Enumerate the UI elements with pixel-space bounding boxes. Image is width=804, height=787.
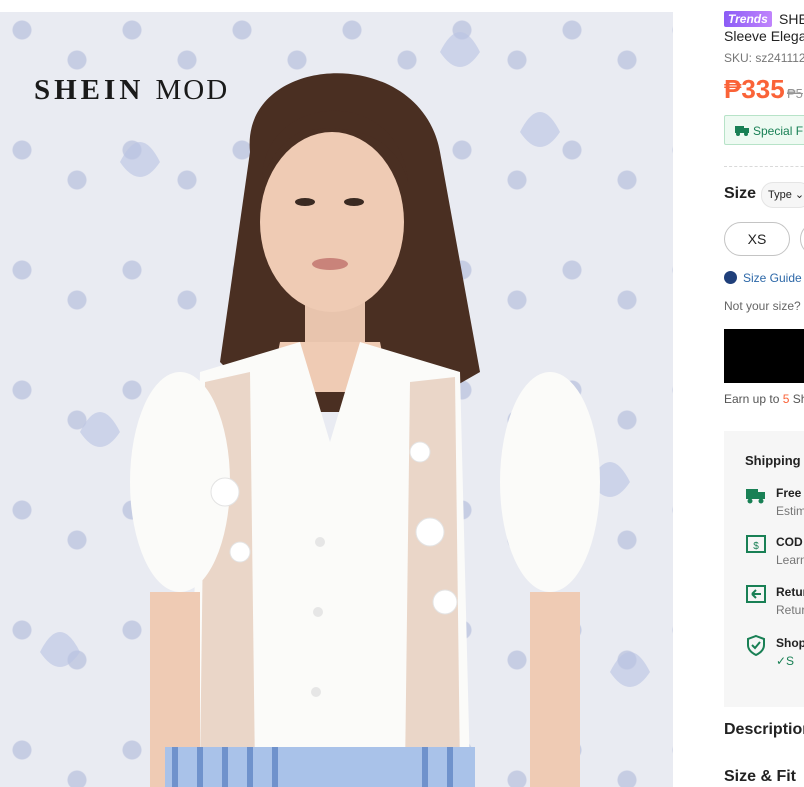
shipping-row-sub: Learn: [776, 553, 804, 567]
size-option[interactable]: [800, 222, 804, 256]
brand-sub: MOD: [155, 74, 230, 106]
shipping-row-title: Shop: [776, 636, 804, 650]
shipping-row-title: Retur: [776, 585, 804, 599]
size-type-select-value: Type: [768, 189, 792, 201]
size-label: Size: [724, 185, 757, 202]
divider: [724, 166, 804, 167]
shipping-row-title: COD: [776, 535, 803, 549]
truck-icon: [735, 117, 749, 147]
size-fit-section-header[interactable]: Size & Fit: [724, 768, 796, 786]
trends-badge: Trends: [724, 11, 772, 27]
shipping-row-sub: Retur: [776, 603, 804, 617]
shipping-box: Shipping Free Estim $ COD Learn Retur Re…: [724, 431, 804, 707]
return-icon: [745, 583, 767, 605]
svg-text:$: $: [753, 541, 759, 552]
earn-suffix: Sh: [792, 392, 804, 406]
size-type-select[interactable]: Type ⌄: [761, 182, 804, 208]
shipping-row-sub: ✓S: [776, 654, 795, 668]
size-guide-text: Size Guide: [743, 271, 802, 285]
original-price: ₱5: [787, 86, 803, 101]
brand-main: SHEIN: [34, 74, 145, 106]
not-your-size-link[interactable]: Not your size?: [724, 299, 801, 313]
product-info-panel: Trends SHE Sleeve Elega SKU: sz2411129 ₱…: [724, 0, 804, 787]
shipping-row-sub: Estim: [776, 504, 804, 518]
brand-logo: SHEIN MOD: [34, 74, 229, 107]
cash-icon: $: [745, 533, 767, 555]
model-photo: [40, 32, 650, 787]
shield-check-icon: [745, 634, 767, 657]
size-option-xs[interactable]: XS: [724, 222, 790, 256]
product-title-line-2: Sleeve Elega: [724, 28, 804, 44]
truck-icon: [745, 484, 767, 506]
ruler-icon: [724, 271, 737, 284]
product-title-line-1: SHE: [779, 11, 804, 27]
product-price: ₱335: [724, 74, 785, 104]
special-offer-banner[interactable]: Special F: [724, 115, 804, 145]
shipping-title: Shipping: [745, 453, 801, 468]
add-to-cart-button[interactable]: [724, 329, 804, 383]
product-image[interactable]: SHEIN MOD: [0, 12, 673, 787]
special-offer-text: Special F: [753, 124, 804, 138]
description-section-header[interactable]: Description: [724, 721, 804, 739]
earn-points-text: Earn up to 5 Sh: [724, 392, 804, 406]
size-guide-link[interactable]: Size Guide: [724, 271, 802, 285]
earn-prefix: Earn up to: [724, 392, 783, 406]
shipping-row-title: Free: [776, 486, 802, 500]
product-sku: SKU: sz2411129: [724, 51, 804, 65]
